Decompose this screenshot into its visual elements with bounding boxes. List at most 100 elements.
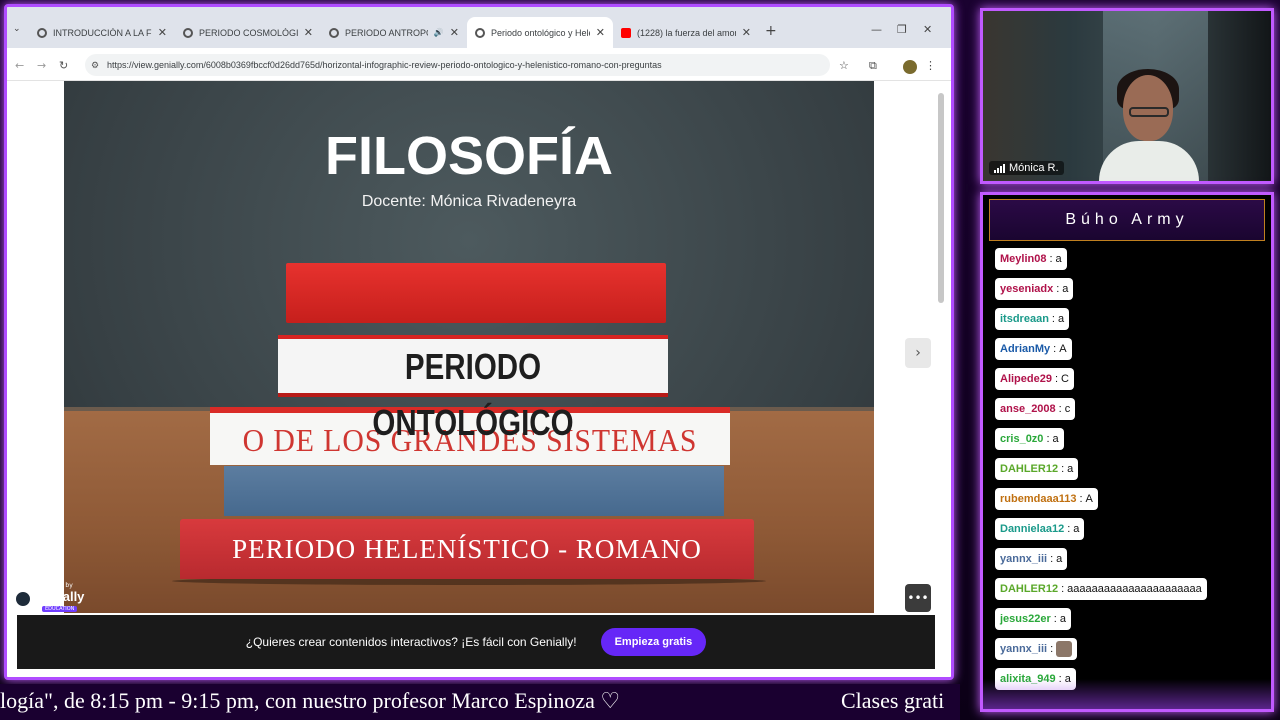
chrome-favicon-icon: [329, 27, 339, 38]
education-tag: EDUCATION: [42, 606, 78, 612]
chat-text: a: [1067, 463, 1074, 475]
ticker-text-next: Clases grati: [841, 688, 945, 713]
tab-title: PERIODO ANTROPOLÓGIC: [345, 27, 428, 38]
tab-youtube[interactable]: (1228) la fuerza del amor - You ✕: [613, 17, 759, 48]
more-options-button[interactable]: •••: [905, 584, 931, 612]
genially-slide: FILOSOFÍA Docente: Mónica Rivadeneyra PE…: [64, 81, 874, 613]
chat-username: itsdreaan: [1000, 313, 1049, 325]
chat-message: Alipede29: C: [995, 368, 1074, 390]
slide-title: FILOSOFÍA: [325, 126, 613, 186]
chat-emote-icon: [1056, 641, 1073, 657]
chat-text: a: [1057, 313, 1065, 325]
close-icon[interactable]: ✕: [450, 26, 459, 39]
chat-panel: Búho Army Meylin08: a yeseniadx: a itsdreaan…: [980, 192, 1274, 712]
minimize-icon[interactable]: —: [871, 23, 882, 36]
chat-message-row: Dannielaa12: a: [995, 517, 1265, 547]
tab-periodo-ontologico[interactable]: Periodo ontológico y Helenístic ✕: [467, 17, 613, 48]
chat-separator: :: [1058, 403, 1062, 415]
close-window-icon[interactable]: ✕: [923, 23, 932, 36]
restore-icon[interactable]: ❐: [897, 23, 907, 36]
start-free-button[interactable]: Empieza gratis: [600, 628, 707, 656]
chat-message: cris_0z0: a: [995, 428, 1064, 450]
chat-message: jesus22er: a: [995, 608, 1071, 630]
chat-text: c: [1064, 403, 1071, 415]
slide-subtitle: Docente: Mónica Rivadeneyra: [361, 193, 577, 210]
chat-message: anse_2008: c: [995, 398, 1076, 420]
tab-title: Periodo ontológico y Helenístic: [491, 27, 590, 38]
forward-icon[interactable]: →: [37, 59, 46, 72]
chat-username: DAHLER12: [1000, 583, 1059, 595]
signal-icon: [994, 163, 1005, 173]
chat-text: aaaaaaaaaaaaaaaaaaaaaa: [1067, 583, 1202, 595]
chat-message-row: DAHLER12: a: [995, 457, 1265, 487]
webcam-name-label: Mónica R.: [989, 161, 1064, 175]
page-viewport: FILOSOFÍA Docente: Mónica Rivadeneyra PE…: [7, 81, 951, 677]
powered-by-text: Powered by: [38, 582, 73, 589]
chat-separator: :: [1046, 433, 1050, 445]
chevron-right-icon: ›: [915, 345, 921, 361]
extensions-icon[interactable]: ⧉: [869, 59, 877, 73]
back-icon[interactable]: ←: [15, 59, 24, 72]
bookmark-star-icon[interactable]: ☆: [839, 59, 849, 72]
chat-text: a: [1073, 523, 1080, 535]
chat-glow: [983, 679, 1271, 709]
genially-logo-icon: [13, 589, 33, 609]
scroll-thumb[interactable]: [938, 93, 944, 303]
new-tab-icon[interactable]: +: [765, 24, 777, 38]
chat-message-row: itsdreaan: a: [995, 307, 1265, 337]
chat-separator: :: [1079, 493, 1083, 505]
chrome-favicon-icon: [475, 27, 485, 38]
tab-introduccion[interactable]: INTRODUCCIÓN A LA FILOSOF ✕: [29, 17, 175, 48]
promo-text: ¿Quieres crear contenidos interactivos? …: [245, 635, 577, 649]
next-slide-button[interactable]: ›: [905, 338, 931, 368]
chat-username: Dannielaa12: [1000, 523, 1065, 535]
chat-header: Búho Army: [989, 199, 1265, 241]
tab-periodo-antropologico[interactable]: PERIODO ANTROPOLÓGIC 🔊 ✕: [321, 17, 467, 48]
reload-icon[interactable]: ↻: [59, 59, 68, 72]
chat-username: jesus22er: [1000, 613, 1051, 625]
menu-dots-icon[interactable]: ⋮: [925, 59, 936, 72]
tab-title: (1228) la fuerza del amor - You: [637, 27, 736, 38]
address-bar[interactable]: ⚙ https://view.genially.com/6008b0369fbc…: [85, 54, 830, 76]
chat-text: a: [1055, 253, 1062, 265]
close-icon[interactable]: ✕: [742, 26, 751, 39]
profile-avatar[interactable]: [903, 60, 917, 74]
chat-username: AdrianMy: [1000, 343, 1051, 355]
genially-wordmark: genially: [36, 589, 85, 604]
chat-messages: Meylin08: a yeseniadx: a itsdreaan: a AdrianMy…: [995, 247, 1265, 697]
chat-username: anse_2008: [1000, 403, 1056, 415]
chat-message: rubemdaaa113: A: [995, 488, 1098, 510]
tab-search-icon[interactable]: ⌄: [13, 24, 21, 34]
chat-message-row: DAHLER12: aaaaaaaaaaaaaaaaaaaaaa: [995, 577, 1265, 607]
speaker-icon[interactable]: 🔊: [434, 28, 444, 37]
chat-text: a: [1052, 433, 1059, 445]
tab-periodo-cosmologico[interactable]: PERIODO COSMOLÓGICO | Ge ✕: [175, 17, 321, 48]
book-label-helenistico: PERIODO HELENÍSTICO - ROMANO: [232, 534, 702, 564]
news-ticker: logía", de 8:15 pm - 9:15 pm, con nuestr…: [0, 684, 960, 720]
webcam-name: Mónica R.: [1009, 162, 1059, 174]
close-icon[interactable]: ✕: [596, 26, 605, 39]
chat-separator: :: [1053, 613, 1057, 625]
chat-message-row: Meylin08: a: [995, 247, 1265, 277]
chat-message: Dannielaa12: a: [995, 518, 1085, 540]
genially-badge[interactable]: Powered by genially EDUCATION: [10, 581, 85, 615]
chat-message-row: jesus22er: a: [995, 607, 1265, 637]
webcam-panel: Mónica R.: [980, 8, 1274, 184]
chrome-favicon-icon: [37, 27, 47, 38]
chat-message-row: yeseniadx: a: [995, 277, 1265, 307]
youtube-favicon-icon: [621, 27, 631, 38]
chat-text: a: [1056, 553, 1063, 565]
chat-username: cris_0z0: [1000, 433, 1044, 445]
site-info-icon[interactable]: ⚙: [91, 60, 101, 71]
chat-username: Alipede29: [1000, 373, 1052, 385]
chat-text: a: [1059, 613, 1066, 625]
chat-message-row: cris_0z0: a: [995, 427, 1265, 457]
close-icon[interactable]: ✕: [304, 26, 313, 39]
chat-message-row: anse_2008: c: [995, 397, 1265, 427]
chat-message-row: AdrianMy: A: [995, 337, 1265, 367]
page-scrollbar[interactable]: [937, 85, 945, 673]
chrome-favicon-icon: [183, 27, 193, 38]
close-icon[interactable]: ✕: [158, 26, 167, 39]
chat-username: yeseniadx: [1000, 283, 1054, 295]
chat-text: A: [1085, 493, 1093, 505]
